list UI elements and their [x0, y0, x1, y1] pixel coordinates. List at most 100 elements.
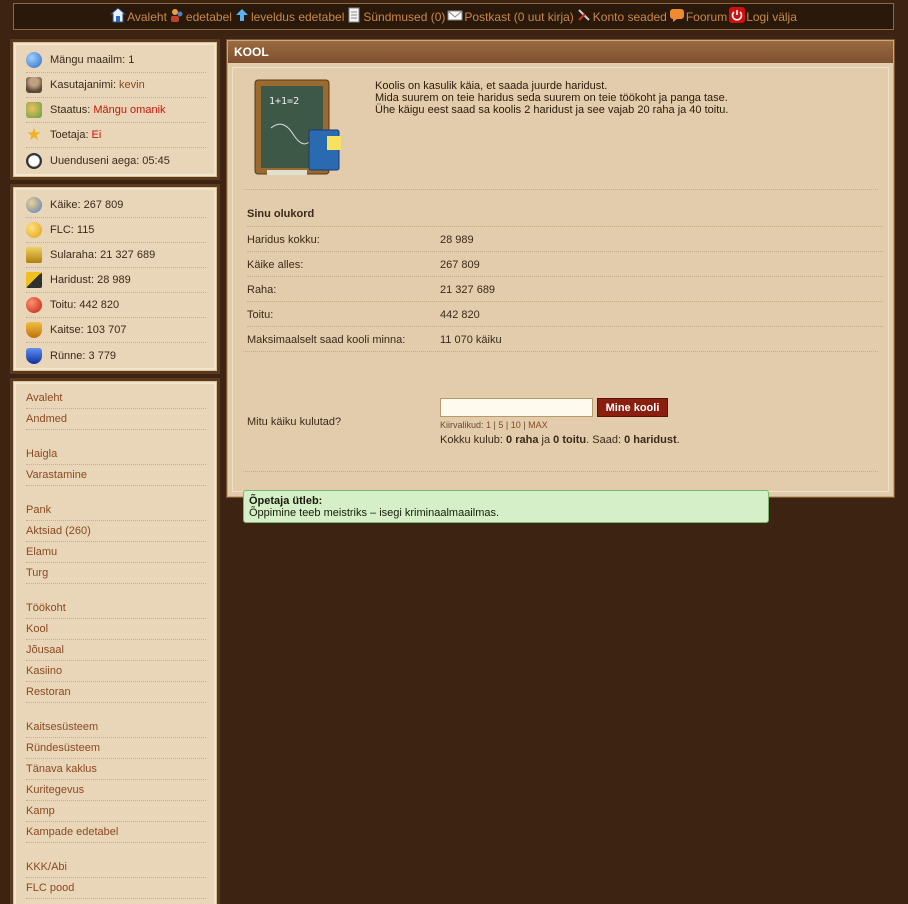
nav-logout[interactable]: Logi välja [729, 6, 797, 25]
menu-item-shares[interactable]: Aktsiad (260) [26, 521, 206, 542]
total-get: . Saad: [586, 434, 622, 446]
menu-item-street-fight[interactable]: Tänava kaklus [26, 759, 206, 780]
cash-value: Sularaha: 21 327 689 [50, 249, 156, 261]
quick-option-1[interactable]: 1 [486, 420, 491, 430]
user-icon [26, 77, 42, 93]
moves-input-label: Mitu käiku kulutad? [247, 416, 342, 428]
total-and: ja [541, 434, 551, 446]
nav-account-settings-label: Konto seaded [592, 9, 667, 24]
total-food: 0 toitu [553, 434, 587, 446]
total-education: 0 haridust [624, 434, 677, 446]
moves-icon [26, 197, 42, 213]
menu-item-gang[interactable]: Kamp [26, 801, 206, 822]
total-end: . [676, 434, 680, 446]
envelope-icon [447, 10, 463, 20]
supporter-value: Ei [91, 129, 102, 141]
stat-value: 267 809 [440, 259, 480, 271]
nav-leaderboard-label: edetabel [185, 9, 232, 24]
intro-line-2: Mida suurem on teie haridus seda suurem … [375, 92, 728, 104]
quick-option-10[interactable]: 10 [511, 420, 521, 430]
flc-value: FLC: 115 [50, 224, 95, 236]
go-to-school-button[interactable]: Mine kooli [597, 398, 668, 417]
menu-item-market[interactable]: Turg [26, 563, 206, 584]
school-content: 1+1=2 Koolis on kasulik käia, et saada j… [232, 67, 889, 523]
tip-title: Õpetaja ütleb: [249, 495, 323, 507]
stat-value: 28 989 [440, 234, 474, 246]
nav-home[interactable]: Avaleht [110, 6, 167, 25]
status-value: Mängu omanik [93, 104, 166, 116]
menu-item-crime[interactable]: Kuritegevus [26, 780, 206, 801]
menu-item-casino[interactable]: Kasiino [26, 661, 206, 682]
stat-row-education: Haridus kokku: 28 989 [247, 226, 883, 251]
chalkboard-text: 1+1=2 [269, 96, 299, 107]
menu-item-gym[interactable]: Jõusaal [26, 640, 206, 661]
school-panel: KOOL 1+1=2 Koolis on kasulik käia, et sa… [227, 40, 894, 523]
globe-icon [26, 52, 42, 68]
menu-item-attack-system[interactable]: Ründesüsteem [26, 738, 206, 759]
total-cost: Kokku kulub: 0 raha ja 0 toitu. Saad: 0 … [440, 434, 680, 446]
intro-line-1: Koolis on kasulik käia, et saada juurde … [375, 80, 608, 92]
education-row: Haridust: 28 989 [26, 268, 206, 293]
stat-label: Haridus kokku: [247, 234, 320, 246]
food-icon [26, 297, 42, 313]
group-icon [26, 102, 42, 118]
nav-events-label: Sündmused (0) [363, 9, 446, 24]
username-row: Kasutajanimi: kevin [26, 73, 206, 98]
refresh-row: Uuenduseni aega: 05:45 [26, 148, 206, 173]
sidebar-menu: Avaleht Andmed Haigla Varastamine Pank A… [13, 381, 217, 904]
attack-row: Rünne: 3 779 [26, 343, 206, 368]
attack-shield-icon [26, 347, 42, 364]
nav-leaderboard[interactable]: edetabel [169, 8, 232, 25]
menu-item-restaurant[interactable]: Restoran [26, 682, 206, 703]
world-value: 1 [128, 54, 135, 66]
world-label: Mängu maailm: [50, 54, 126, 66]
nav-mailbox[interactable]: Postkast (0 uut kirja) [447, 9, 574, 25]
status-label: Staatus: [50, 104, 91, 116]
food-value: Toitu: 442 820 [50, 299, 120, 311]
stat-value: 11 070 käiku [440, 334, 502, 346]
nav-level-leaderboard[interactable]: leveldus edetabel [234, 8, 345, 25]
clock-icon [26, 152, 42, 169]
menu-item-bank[interactable]: Pank [26, 500, 206, 521]
nav-home-label: Avaleht [127, 9, 167, 24]
moves-input[interactable] [440, 398, 593, 417]
power-icon [729, 6, 746, 23]
status-section-title: Sinu olukord [247, 208, 315, 220]
teacher-tip: Õpetaja ütleb: Õppimine teeb meistriks –… [243, 490, 769, 523]
attack-value: Rünne: 3 779 [50, 349, 117, 362]
stat-label: Käike alles: [247, 259, 304, 271]
money-icon [26, 247, 42, 263]
tip-text: Õppimine teeb meistriks – isegi kriminaa… [249, 507, 500, 519]
menu-item-school[interactable]: Kool [26, 619, 206, 640]
stat-label: Raha: [247, 284, 277, 296]
stat-row-money: Raha: 21 327 689 [247, 276, 883, 301]
quick-options-label: Kiirvalikud: [440, 420, 484, 430]
menu-item-hospital[interactable]: Haigla [26, 444, 206, 465]
nav-account-settings[interactable]: Konto seaded [576, 8, 667, 25]
nav-mailbox-label: Postkast (0 uut kirja) [464, 9, 574, 24]
document-icon [348, 7, 360, 22]
menu-item-faq[interactable]: KKK/Abi [26, 857, 206, 878]
username-value[interactable]: kevin [119, 79, 145, 91]
menu-item-stealing[interactable]: Varastamine [26, 465, 206, 486]
stat-row-moves: Käike alles: 267 809 [247, 251, 883, 276]
refresh-label: Uuenduseni aega: [50, 154, 140, 167]
menu-item-workplace[interactable]: Töökoht [26, 598, 206, 619]
menu-item-defense-system[interactable]: Kaitsesüsteem [26, 717, 206, 738]
menu-item-housing[interactable]: Elamu [26, 542, 206, 563]
nav-forum[interactable]: Foorum [669, 8, 727, 25]
stat-value: 21 327 689 [440, 284, 496, 296]
menu-item-home[interactable]: Avaleht [26, 388, 206, 409]
nav-level-leaderboard-label: leveldus edetabel [250, 9, 345, 24]
quick-option-max[interactable]: MAX [528, 420, 548, 430]
profile-box: Mängu maailm: 1 Kasutajanimi: kevin Staa… [13, 42, 217, 177]
nav-events[interactable]: Sündmused (0) [346, 7, 446, 25]
quick-option-5[interactable]: 5 [498, 420, 503, 430]
shield-icon [26, 322, 42, 338]
stat-label: Toitu: [247, 309, 274, 321]
menu-item-flc-shop[interactable]: FLC pood [26, 878, 206, 899]
intro-line-3: Ühe käigu eest saad sa koolis 2 haridust… [375, 104, 729, 116]
menu-item-gang-leaderboard[interactable]: Kampade edetabel [26, 822, 206, 843]
chat-icon [669, 8, 684, 22]
menu-item-data[interactable]: Andmed [26, 409, 206, 430]
